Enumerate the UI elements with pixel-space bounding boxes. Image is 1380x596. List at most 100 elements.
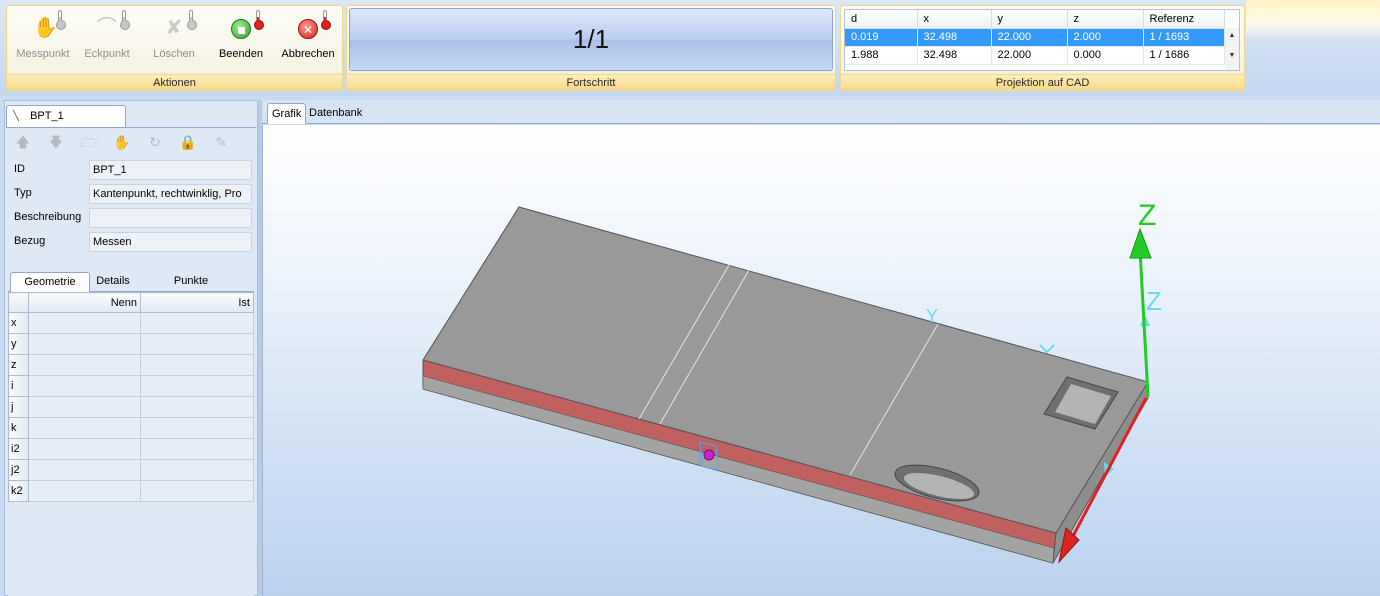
progress-group-caption: Fortschritt <box>347 74 835 90</box>
table-row[interactable]: j2 <box>8 459 254 481</box>
column-header-ist[interactable]: Ist <box>140 292 254 313</box>
cell-referenz: 1 / 1693 <box>1143 28 1225 47</box>
aux-y-label: Y <box>926 306 938 326</box>
id-field[interactable]: BPT_1 <box>89 160 252 180</box>
actual-cell[interactable] <box>140 354 254 376</box>
actual-cell[interactable] <box>140 480 254 502</box>
row-header: j2 <box>8 459 29 481</box>
field-beschreibung: Beschreibung <box>12 208 252 228</box>
nominal-cell[interactable] <box>28 396 141 418</box>
actual-cell[interactable] <box>140 438 254 460</box>
column-header-referenz[interactable]: Referenz <box>1143 10 1225 29</box>
projection-table[interactable]: d x y z Referenz 0.019 32.498 22.000 2.0… <box>844 9 1240 71</box>
table-row[interactable]: j <box>8 396 254 418</box>
geometry-grid[interactable]: Nenn Ist x y z i j k i2 j2 k2 <box>8 292 254 596</box>
progress-group: 1/1 Fortschritt <box>346 5 836 91</box>
object-panel: ╲ BPT_1 🡅 🡇 🗁 ✋ ↻ 🔒 ✎ ID BPT_1 Typ Kantenpunkt… <box>4 100 258 596</box>
lock-icon[interactable]: 🔒 <box>177 134 199 151</box>
probe-point[interactable] <box>703 449 715 461</box>
delete-icon: ✘ <box>161 10 197 40</box>
ribbon: ✋ Messpunkt ⌒ Eckpunkt ✘ Löschen Beenden… <box>0 0 1380 96</box>
object-tab[interactable]: ╲ BPT_1 <box>6 105 126 127</box>
column-header-x[interactable]: x <box>917 10 992 29</box>
table-row[interactable]: 0.019 32.498 22.000 2.000 1 / 1693 <box>845 28 1225 47</box>
z-axis-arrow-icon <box>1129 227 1152 259</box>
move-down-icon[interactable]: 🡇 <box>45 132 67 156</box>
actual-cell[interactable] <box>140 375 254 397</box>
field-label: Beschreibung <box>14 211 82 223</box>
table-row[interactable]: k2 <box>8 480 254 502</box>
move-up-icon[interactable]: 🡅 <box>12 132 34 156</box>
open-folder-icon[interactable]: 🗁 <box>78 132 100 156</box>
stop-icon <box>228 10 264 40</box>
column-header-nenn[interactable]: Nenn <box>28 292 141 313</box>
view-tabs: Grafik Datenbank <box>262 100 1380 124</box>
row-header: k <box>8 417 29 439</box>
cell-d: 0.019 <box>845 28 918 47</box>
nominal-cell[interactable] <box>28 480 141 502</box>
measure-point-button[interactable]: ✋ Messpunkt <box>10 10 76 68</box>
actual-cell[interactable] <box>140 417 254 439</box>
field-typ: Typ Kantenpunkt, rechtwinklig, Pro <box>12 184 252 204</box>
cell-referenz: 1 / 1686 <box>1143 46 1225 65</box>
finish-button[interactable]: Beenden <box>208 10 274 68</box>
delete-button[interactable]: ✘ Löschen <box>141 10 207 68</box>
row-header: y <box>8 333 29 355</box>
corner-point-button[interactable]: ⌒ Eckpunkt <box>74 10 140 68</box>
refresh-icon[interactable]: ↻ <box>144 134 166 151</box>
actual-cell[interactable] <box>140 396 254 418</box>
scroll-down-icon[interactable]: ▼ <box>1225 52 1239 64</box>
column-header-y[interactable]: y <box>991 10 1068 29</box>
nominal-cell[interactable] <box>28 312 141 334</box>
column-header-d[interactable]: d <box>845 10 918 29</box>
tab-grafik[interactable]: Grafik <box>267 103 307 124</box>
table-row[interactable]: i2 <box>8 438 254 460</box>
probe-icon: ╲ <box>13 111 20 122</box>
pencil-icon[interactable]: ✎ <box>210 134 232 151</box>
scroll-up-icon[interactable]: ▲ <box>1225 32 1239 44</box>
cancel-icon: ✕ <box>295 10 331 40</box>
cad-scene[interactable]: Y Z Z <box>263 125 1380 596</box>
projection-group: d x y z Referenz 0.019 32.498 22.000 2.0… <box>840 5 1245 91</box>
actual-cell[interactable] <box>140 333 254 355</box>
cell-x: 32.498 <box>917 28 992 47</box>
tab-datenbank[interactable]: Datenbank <box>305 103 366 124</box>
reference-field[interactable]: Messen <box>89 232 252 252</box>
actual-cell[interactable] <box>140 459 254 481</box>
column-header-z[interactable]: z <box>1067 10 1144 29</box>
description-field[interactable] <box>89 208 252 228</box>
nominal-cell[interactable] <box>28 438 141 460</box>
cell-y: 22.000 <box>991 46 1068 65</box>
grid-corner <box>8 292 29 313</box>
nominal-cell[interactable] <box>28 354 141 376</box>
table-row[interactable]: i <box>8 375 254 397</box>
table-row[interactable]: k <box>8 417 254 439</box>
table-row[interactable]: y <box>8 333 254 355</box>
tab-punkte[interactable]: Punkte <box>166 272 216 292</box>
detail-tabs: Geometrie Details Punkte <box>8 270 254 293</box>
cancel-button[interactable]: ✕ Abbrechen <box>275 10 341 68</box>
actions-group: ✋ Messpunkt ⌒ Eckpunkt ✘ Löschen Beenden… <box>6 5 343 91</box>
object-tab-label: BPT_1 <box>30 110 64 122</box>
tab-geometrie[interactable]: Geometrie <box>10 272 90 293</box>
nominal-cell[interactable] <box>28 459 141 481</box>
table-row[interactable]: 1.988 32.498 22.000 0.000 1 / 1686 <box>845 46 1225 65</box>
cell-z: 0.000 <box>1067 46 1144 65</box>
projection-scrollbar[interactable]: ▲ ▼ <box>1225 28 1239 70</box>
field-label: Bezug <box>14 235 46 247</box>
nominal-cell[interactable] <box>28 417 141 439</box>
hand-icon[interactable]: ✋ <box>111 134 133 151</box>
aux-z-label: Z <box>1146 286 1162 316</box>
table-row[interactable]: z <box>8 354 254 376</box>
nominal-cell[interactable] <box>28 333 141 355</box>
hand-icon: ✋ <box>30 10 66 40</box>
tab-details[interactable]: Details <box>90 272 136 292</box>
row-header: z <box>8 354 29 376</box>
projection-group-caption: Projektion auf CAD <box>841 74 1244 90</box>
actions-group-caption: Aktionen <box>7 74 342 90</box>
actual-cell[interactable] <box>140 312 254 334</box>
cad-viewport[interactable]: Y Z Z <box>262 125 1380 596</box>
type-field[interactable]: Kantenpunkt, rechtwinklig, Pro <box>89 184 252 204</box>
nominal-cell[interactable] <box>28 375 141 397</box>
table-row[interactable]: x <box>8 312 254 334</box>
